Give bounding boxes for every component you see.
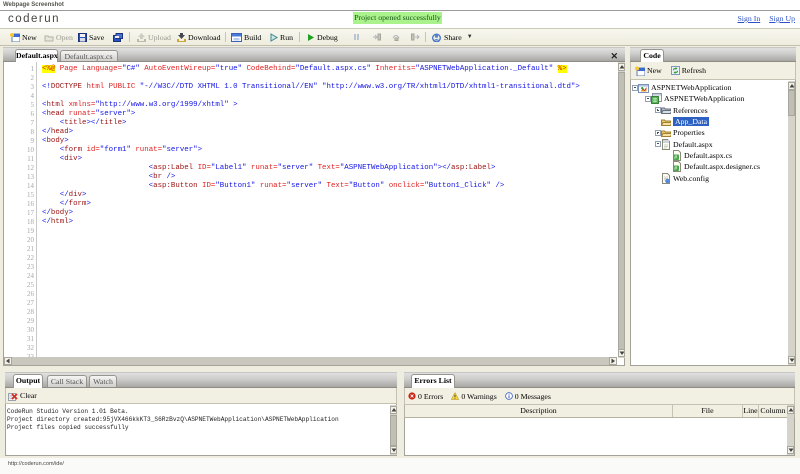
svg-text:#: #: [674, 155, 677, 161]
svg-text:#: #: [674, 166, 677, 172]
